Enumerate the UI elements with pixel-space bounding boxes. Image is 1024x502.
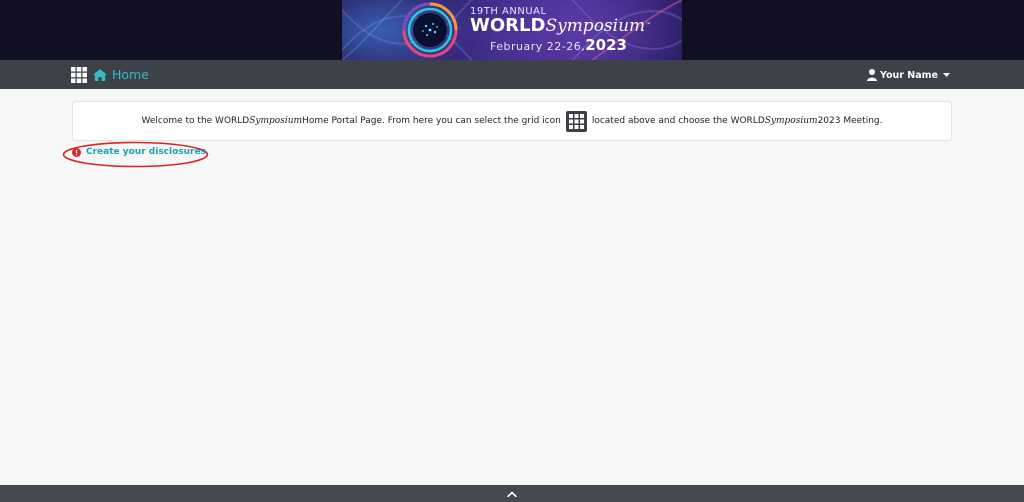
user-menu-dropdown[interactable]: Your Name	[867, 67, 950, 83]
banner-artwork: 19TH ANNUAL WORLDSymposium™ February 22-…	[342, 0, 682, 60]
scroll-to-top-button[interactable]	[503, 487, 521, 500]
user-name-label: Your Name	[880, 69, 938, 81]
top-navbar: Home Your Name	[0, 60, 1024, 89]
welcome-text-part-3: Home Portal Page. From here you can sele…	[302, 116, 561, 126]
banner-year: 2023	[585, 36, 627, 54]
create-disclosures-label: Create your disclosures	[86, 147, 206, 157]
home-link[interactable]: Home	[93, 65, 149, 84]
grid-menu-button[interactable]	[71, 67, 87, 83]
chevron-up-icon	[507, 491, 517, 497]
footer-bar	[0, 485, 1024, 502]
home-icon	[93, 68, 107, 81]
caret-down-icon	[943, 73, 950, 77]
banner-dates: February 22-26,	[490, 40, 586, 53]
user-icon	[867, 69, 877, 81]
banner-trademark: ™	[645, 22, 652, 29]
banner-brand-main: WORLD	[470, 15, 546, 36]
home-link-label: Home	[112, 67, 149, 82]
welcome-text-part-4: located above and choose the WORLD	[591, 116, 765, 126]
grid-icon	[568, 113, 584, 129]
banner-brand: WORLDSymposium™	[470, 15, 652, 37]
disclosures-callout: Create your disclosures	[62, 141, 209, 168]
banner-date: February 22-26,2023	[490, 35, 627, 54]
welcome-text-symposium-2: Symposium	[764, 116, 818, 126]
conference-banner: 19TH ANNUAL WORLDSymposium™ February 22-…	[0, 0, 1024, 60]
grid-icon	[71, 67, 87, 83]
exclamation-circle-icon	[72, 147, 81, 157]
welcome-text-symposium-1: Symposium	[249, 116, 303, 126]
inline-grid-icon-badge	[565, 110, 587, 132]
create-disclosures-link[interactable]: Create your disclosures	[72, 147, 206, 157]
banner-title-block: 19TH ANNUAL WORLDSymposium™ February 22-…	[470, 0, 675, 60]
welcome-text-part-6: 2023 Meeting.	[817, 116, 883, 126]
welcome-message-panel: Welcome to the WORLD Symposium Home Porta…	[72, 101, 952, 141]
welcome-text-part-1: Welcome to the WORLD	[141, 116, 250, 126]
banner-brand-italic: Symposium	[545, 16, 646, 36]
symposium-logo-icon	[402, 2, 458, 58]
